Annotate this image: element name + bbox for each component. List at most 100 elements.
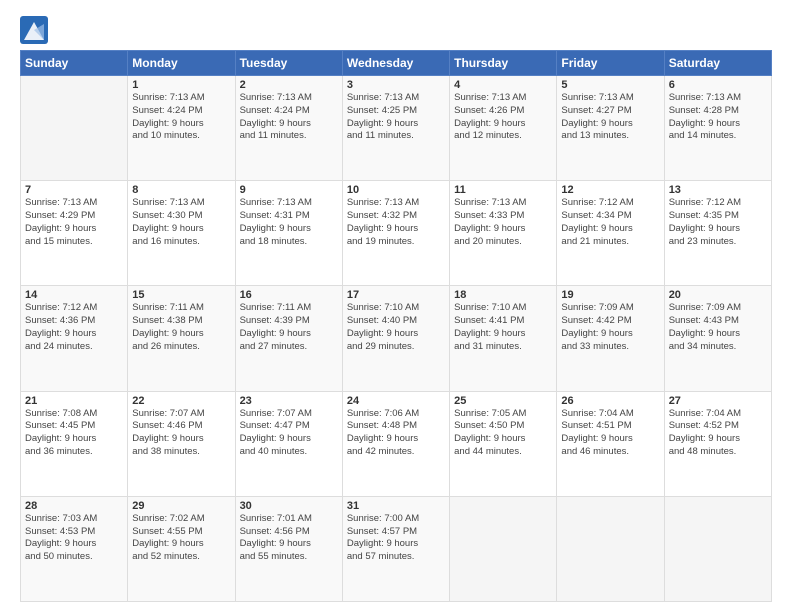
calendar-cell: 16Sunrise: 7:11 AM Sunset: 4:39 PM Dayli… (235, 286, 342, 391)
weekday-header-wednesday: Wednesday (342, 51, 449, 76)
header (20, 16, 772, 44)
calendar-cell: 26Sunrise: 7:04 AM Sunset: 4:51 PM Dayli… (557, 391, 664, 496)
day-number: 7 (25, 184, 123, 196)
day-content: Sunrise: 7:13 AM Sunset: 4:26 PM Dayligh… (454, 92, 552, 143)
day-content: Sunrise: 7:13 AM Sunset: 4:25 PM Dayligh… (347, 92, 445, 143)
day-content: Sunrise: 7:13 AM Sunset: 4:24 PM Dayligh… (132, 92, 230, 143)
weekday-header-friday: Friday (557, 51, 664, 76)
calendar-cell: 1Sunrise: 7:13 AM Sunset: 4:24 PM Daylig… (128, 76, 235, 181)
day-content: Sunrise: 7:13 AM Sunset: 4:28 PM Dayligh… (669, 92, 767, 143)
day-number: 30 (240, 500, 338, 512)
day-content: Sunrise: 7:01 AM Sunset: 4:56 PM Dayligh… (240, 513, 338, 564)
day-number: 3 (347, 79, 445, 91)
calendar-cell: 21Sunrise: 7:08 AM Sunset: 4:45 PM Dayli… (21, 391, 128, 496)
day-content: Sunrise: 7:10 AM Sunset: 4:41 PM Dayligh… (454, 302, 552, 353)
calendar-cell: 5Sunrise: 7:13 AM Sunset: 4:27 PM Daylig… (557, 76, 664, 181)
day-content: Sunrise: 7:04 AM Sunset: 4:51 PM Dayligh… (561, 408, 659, 459)
day-number: 19 (561, 289, 659, 301)
calendar-cell: 18Sunrise: 7:10 AM Sunset: 4:41 PM Dayli… (450, 286, 557, 391)
day-content: Sunrise: 7:13 AM Sunset: 4:30 PM Dayligh… (132, 197, 230, 248)
day-content: Sunrise: 7:09 AM Sunset: 4:43 PM Dayligh… (669, 302, 767, 353)
calendar-cell: 22Sunrise: 7:07 AM Sunset: 4:46 PM Dayli… (128, 391, 235, 496)
calendar-cell: 12Sunrise: 7:12 AM Sunset: 4:34 PM Dayli… (557, 181, 664, 286)
day-content: Sunrise: 7:07 AM Sunset: 4:46 PM Dayligh… (132, 408, 230, 459)
day-number: 28 (25, 500, 123, 512)
day-number: 1 (132, 79, 230, 91)
day-content: Sunrise: 7:02 AM Sunset: 4:55 PM Dayligh… (132, 513, 230, 564)
calendar-cell: 8Sunrise: 7:13 AM Sunset: 4:30 PM Daylig… (128, 181, 235, 286)
day-content: Sunrise: 7:11 AM Sunset: 4:38 PM Dayligh… (132, 302, 230, 353)
day-content: Sunrise: 7:12 AM Sunset: 4:35 PM Dayligh… (669, 197, 767, 248)
day-number: 21 (25, 395, 123, 407)
calendar-table: SundayMondayTuesdayWednesdayThursdayFrid… (20, 50, 772, 602)
calendar-cell (664, 496, 771, 601)
day-content: Sunrise: 7:12 AM Sunset: 4:36 PM Dayligh… (25, 302, 123, 353)
calendar-header: SundayMondayTuesdayWednesdayThursdayFrid… (21, 51, 772, 76)
day-number: 6 (669, 79, 767, 91)
calendar-cell: 3Sunrise: 7:13 AM Sunset: 4:25 PM Daylig… (342, 76, 449, 181)
day-content: Sunrise: 7:07 AM Sunset: 4:47 PM Dayligh… (240, 408, 338, 459)
day-number: 16 (240, 289, 338, 301)
day-number: 9 (240, 184, 338, 196)
day-number: 4 (454, 79, 552, 91)
calendar-cell: 24Sunrise: 7:06 AM Sunset: 4:48 PM Dayli… (342, 391, 449, 496)
calendar-cell: 2Sunrise: 7:13 AM Sunset: 4:24 PM Daylig… (235, 76, 342, 181)
day-number: 23 (240, 395, 338, 407)
calendar-cell: 9Sunrise: 7:13 AM Sunset: 4:31 PM Daylig… (235, 181, 342, 286)
calendar-week-1: 1Sunrise: 7:13 AM Sunset: 4:24 PM Daylig… (21, 76, 772, 181)
day-number: 14 (25, 289, 123, 301)
day-number: 2 (240, 79, 338, 91)
calendar-week-4: 21Sunrise: 7:08 AM Sunset: 4:45 PM Dayli… (21, 391, 772, 496)
day-content: Sunrise: 7:13 AM Sunset: 4:31 PM Dayligh… (240, 197, 338, 248)
calendar-cell: 20Sunrise: 7:09 AM Sunset: 4:43 PM Dayli… (664, 286, 771, 391)
day-content: Sunrise: 7:05 AM Sunset: 4:50 PM Dayligh… (454, 408, 552, 459)
day-number: 11 (454, 184, 552, 196)
day-content: Sunrise: 7:13 AM Sunset: 4:32 PM Dayligh… (347, 197, 445, 248)
day-content: Sunrise: 7:13 AM Sunset: 4:27 PM Dayligh… (561, 92, 659, 143)
day-content: Sunrise: 7:09 AM Sunset: 4:42 PM Dayligh… (561, 302, 659, 353)
calendar-cell (450, 496, 557, 601)
day-number: 24 (347, 395, 445, 407)
calendar-cell: 17Sunrise: 7:10 AM Sunset: 4:40 PM Dayli… (342, 286, 449, 391)
calendar-cell: 23Sunrise: 7:07 AM Sunset: 4:47 PM Dayli… (235, 391, 342, 496)
day-number: 17 (347, 289, 445, 301)
calendar-cell: 6Sunrise: 7:13 AM Sunset: 4:28 PM Daylig… (664, 76, 771, 181)
calendar-cell: 28Sunrise: 7:03 AM Sunset: 4:53 PM Dayli… (21, 496, 128, 601)
day-number: 12 (561, 184, 659, 196)
day-content: Sunrise: 7:06 AM Sunset: 4:48 PM Dayligh… (347, 408, 445, 459)
calendar-cell: 29Sunrise: 7:02 AM Sunset: 4:55 PM Dayli… (128, 496, 235, 601)
logo-icon (20, 16, 48, 44)
day-content: Sunrise: 7:10 AM Sunset: 4:40 PM Dayligh… (347, 302, 445, 353)
day-content: Sunrise: 7:08 AM Sunset: 4:45 PM Dayligh… (25, 408, 123, 459)
calendar-cell: 30Sunrise: 7:01 AM Sunset: 4:56 PM Dayli… (235, 496, 342, 601)
weekday-header-tuesday: Tuesday (235, 51, 342, 76)
day-number: 29 (132, 500, 230, 512)
calendar-cell: 27Sunrise: 7:04 AM Sunset: 4:52 PM Dayli… (664, 391, 771, 496)
day-number: 10 (347, 184, 445, 196)
day-number: 18 (454, 289, 552, 301)
day-content: Sunrise: 7:03 AM Sunset: 4:53 PM Dayligh… (25, 513, 123, 564)
day-content: Sunrise: 7:12 AM Sunset: 4:34 PM Dayligh… (561, 197, 659, 248)
day-content: Sunrise: 7:13 AM Sunset: 4:24 PM Dayligh… (240, 92, 338, 143)
weekday-row: SundayMondayTuesdayWednesdayThursdayFrid… (21, 51, 772, 76)
day-number: 5 (561, 79, 659, 91)
weekday-header-monday: Monday (128, 51, 235, 76)
weekday-header-thursday: Thursday (450, 51, 557, 76)
day-number: 22 (132, 395, 230, 407)
day-content: Sunrise: 7:11 AM Sunset: 4:39 PM Dayligh… (240, 302, 338, 353)
calendar-week-3: 14Sunrise: 7:12 AM Sunset: 4:36 PM Dayli… (21, 286, 772, 391)
calendar-cell: 19Sunrise: 7:09 AM Sunset: 4:42 PM Dayli… (557, 286, 664, 391)
calendar-cell: 14Sunrise: 7:12 AM Sunset: 4:36 PM Dayli… (21, 286, 128, 391)
calendar-cell: 7Sunrise: 7:13 AM Sunset: 4:29 PM Daylig… (21, 181, 128, 286)
day-number: 31 (347, 500, 445, 512)
calendar-cell: 11Sunrise: 7:13 AM Sunset: 4:33 PM Dayli… (450, 181, 557, 286)
calendar-cell: 25Sunrise: 7:05 AM Sunset: 4:50 PM Dayli… (450, 391, 557, 496)
calendar-cell: 15Sunrise: 7:11 AM Sunset: 4:38 PM Dayli… (128, 286, 235, 391)
day-content: Sunrise: 7:13 AM Sunset: 4:33 PM Dayligh… (454, 197, 552, 248)
day-number: 8 (132, 184, 230, 196)
calendar-week-5: 28Sunrise: 7:03 AM Sunset: 4:53 PM Dayli… (21, 496, 772, 601)
day-content: Sunrise: 7:04 AM Sunset: 4:52 PM Dayligh… (669, 408, 767, 459)
page: SundayMondayTuesdayWednesdayThursdayFrid… (0, 0, 792, 612)
calendar-cell (21, 76, 128, 181)
day-number: 15 (132, 289, 230, 301)
